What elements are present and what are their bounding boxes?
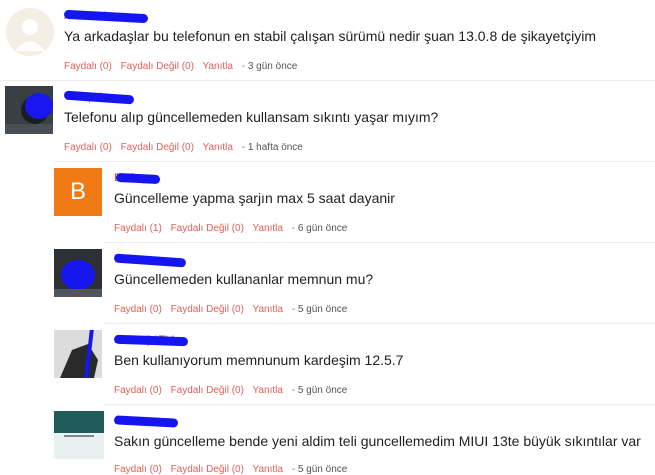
avatar[interactable] [54,330,102,378]
comment-text: Sakın güncelleme bende yeni aldim teli g… [114,433,641,449]
user-photo [5,86,53,134]
comment-time: 5 gün önce [297,464,348,475]
comment-actions: Faydalı (0) Faydalı Değil (0) Yanıtla - … [64,61,297,72]
user-photo [54,330,102,378]
comment-actions: Faydalı (0) Faydalı Değil (0) Yanıtla - … [114,304,347,315]
comment-time: 6 gün önce [297,223,348,234]
reply-button[interactable]: Yanıtla [203,142,233,153]
comment-text: Ben kullanıyorum memnunum kardeşim 12.5.… [114,352,404,368]
comment-actions: Faydalı (1) Faydalı Değil (0) Yanıtla - … [114,223,347,234]
comment-time: 5 gün önce [297,304,348,315]
divider [104,242,655,243]
comment-time: 1 hafta önce [247,142,303,153]
divider [104,323,655,324]
user-photo [54,411,104,459]
comment-actions: Faydalı (0) Faydalı Değil (0) Yanıtla - … [114,464,347,475]
not-helpful-button[interactable]: Faydalı Değil (0) [171,385,244,396]
helpful-button[interactable]: Faydalı (0) [114,304,162,315]
reply-button[interactable]: Yanıtla [253,385,283,396]
comment-text: Ya arkadaşlar bu telefonun en stabil çal… [64,28,597,44]
comment-actions: Faydalı (0) Faydalı Değil (0) Yanıtla - … [114,385,347,396]
not-helpful-button[interactable]: Faydalı Değil (0) [171,223,244,234]
reply-button[interactable]: Yanıtla [253,464,283,475]
helpful-button[interactable]: Faydalı (0) [64,61,112,72]
avatar[interactable] [6,8,54,56]
helpful-button[interactable]: Faydalı (1) [114,223,162,234]
reply-button[interactable]: Yanıtla [203,61,233,72]
not-helpful-button[interactable]: Faydalı Değil (0) [171,304,244,315]
comment-actions: Faydalı (0) Faydalı Değil (0) Yanıtla - … [64,142,303,153]
avatar[interactable] [54,411,104,459]
avatar[interactable] [5,86,53,134]
comment-text: Güncellemeden kullananlar memnun mu? [114,271,374,287]
divider [0,80,655,81]
comment-time: 3 gün önce [247,61,298,72]
divider [54,161,655,162]
not-helpful-button[interactable]: Faydalı Değil (0) [171,464,244,475]
avatar[interactable] [54,249,102,297]
helpful-button[interactable]: Faydalı (0) [114,464,162,475]
default-user-icon [15,19,45,51]
not-helpful-button[interactable]: Faydalı Değil (0) [121,61,194,72]
avatar-letter: B [69,178,86,205]
avatar[interactable]: B [54,168,102,216]
comment-text: Telefonu alıp güncellemeden kullansam sı… [64,109,439,125]
reply-button[interactable]: Yanıtla [253,223,283,234]
helpful-button[interactable]: Faydalı (0) [64,142,112,153]
comment-text: Güncelleme yapma şarjın max 5 saat dayan… [114,190,395,206]
divider [104,404,655,405]
reply-button[interactable]: Yanıtla [253,304,283,315]
helpful-button[interactable]: Faydalı (0) [114,385,162,396]
not-helpful-button[interactable]: Faydalı Değil (0) [121,142,194,153]
comment-time: 5 gün önce [297,385,348,396]
user-photo [54,249,102,297]
